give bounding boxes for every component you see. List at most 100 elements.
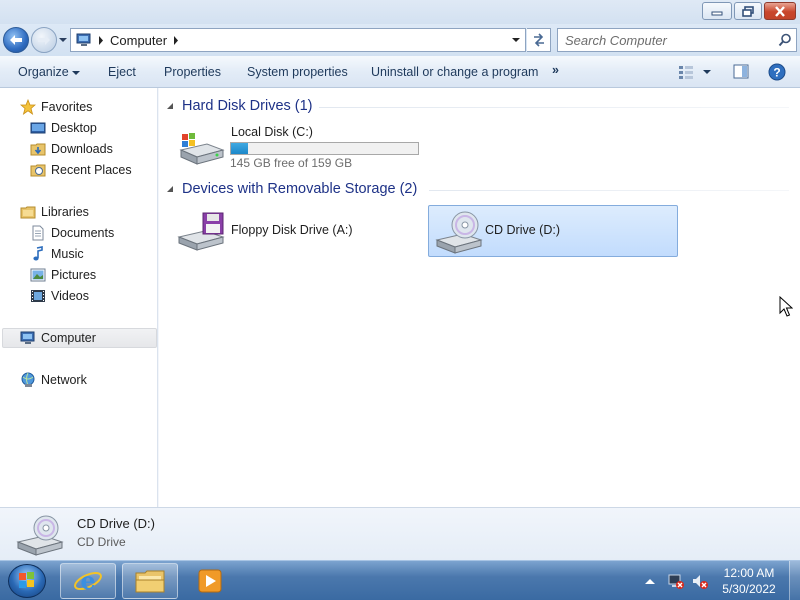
breadcrumb-arrow-icon[interactable] (98, 35, 104, 45)
restore-icon (742, 5, 754, 17)
help-icon[interactable]: ? (768, 63, 786, 81)
taskbar-media-player[interactable] (190, 565, 230, 597)
downloads-folder-icon (30, 143, 46, 156)
close-button[interactable] (764, 2, 796, 20)
svg-text:?: ? (773, 66, 780, 80)
music-note-icon (33, 246, 43, 261)
show-hidden-icons-icon[interactable] (643, 576, 657, 586)
address-bar[interactable]: Computer (70, 28, 526, 52)
nav-desktop-label: Desktop (51, 121, 97, 135)
computer-icon (76, 33, 91, 46)
details-pane: CD Drive (D:) CD Drive (0, 507, 800, 560)
windows-logo-icon (19, 572, 34, 588)
show-desktop-button[interactable] (789, 561, 800, 600)
volume-muted-icon[interactable] (691, 572, 709, 590)
eject-button[interactable]: Eject (108, 65, 136, 79)
search-input[interactable] (565, 29, 765, 51)
organize-label: Organize (18, 65, 69, 79)
drive-floppy[interactable]: Floppy Disk Drive (A:) (169, 205, 419, 257)
clock-time: 12:00 AM (723, 566, 775, 580)
group-title: Hard Disk Drives (1) (182, 98, 313, 114)
change-view-icon[interactable] (678, 65, 694, 79)
hard-disk-windows-icon (179, 133, 225, 165)
view-options-chevron-icon[interactable] (703, 69, 711, 75)
content-pane: Hard Disk Drives (1) Local Disk (C:) 145… (159, 88, 800, 507)
breadcrumb-arrow-icon[interactable] (173, 35, 179, 45)
nav-videos[interactable]: Videos (30, 286, 89, 306)
nav-favorites[interactable]: Favorites (20, 97, 92, 117)
nav-network[interactable]: Network (20, 370, 87, 390)
disk-usage-fill (231, 143, 248, 154)
nav-documents[interactable]: Documents (30, 223, 114, 243)
navigation-pane: Favorites Desktop Downloads Recent Place… (0, 88, 158, 507)
star-icon (20, 99, 36, 115)
disk-usage-bar (230, 142, 419, 155)
folder-icon (135, 570, 165, 593)
nav-recent-places-label: Recent Places (51, 163, 132, 177)
start-button[interactable] (8, 564, 46, 598)
network-globe-icon (21, 372, 35, 387)
group-header-hard-disk-drives[interactable]: Hard Disk Drives (1) (167, 98, 313, 114)
nav-computer-label: Computer (41, 331, 96, 345)
address-history-dropdown-icon[interactable] (511, 36, 521, 44)
recent-pages-dropdown-icon[interactable] (58, 34, 68, 46)
collapse-triangle-icon[interactable] (167, 185, 174, 193)
drive-local-disk[interactable]: Local Disk (C:) 145 GB free of 159 GB (169, 124, 429, 172)
cd-drive-icon (16, 515, 64, 556)
system-properties-button[interactable]: System properties (247, 65, 348, 79)
nav-computer[interactable]: Computer (2, 328, 157, 348)
details-item-name: CD Drive (D:) (77, 516, 155, 531)
system-tray (643, 561, 709, 600)
navigation-bar: Computer (0, 24, 800, 56)
organize-button[interactable]: Organize (18, 65, 81, 79)
restore-button[interactable] (734, 2, 762, 20)
drive-name: Floppy Disk Drive (A:) (231, 223, 353, 237)
chevron-down-icon (72, 71, 81, 75)
nav-downloads[interactable]: Downloads (30, 139, 113, 159)
forward-button[interactable] (31, 27, 57, 53)
desktop-icon (30, 122, 46, 134)
search-icon[interactable] (778, 33, 792, 47)
minimize-icon (711, 11, 723, 16)
nav-desktop[interactable]: Desktop (30, 118, 97, 138)
taskbar-windows-explorer[interactable] (122, 563, 178, 599)
media-player-icon (198, 569, 222, 593)
preview-pane-icon[interactable] (733, 64, 749, 80)
network-status-icon[interactable] (667, 572, 685, 590)
collapse-triangle-icon[interactable] (167, 102, 174, 110)
group-title: Devices with Removable Storage (2) (182, 181, 418, 197)
pictures-icon (30, 268, 46, 282)
videos-film-icon (31, 290, 45, 302)
nav-recent-places[interactable]: Recent Places (30, 160, 132, 180)
breadcrumb-computer[interactable]: Computer (110, 33, 167, 48)
drive-name: CD Drive (D:) (485, 223, 560, 237)
back-arrow-icon (10, 35, 22, 45)
forward-arrow-icon (38, 35, 50, 45)
nav-libraries[interactable]: Libraries (20, 202, 89, 222)
libraries-icon (20, 206, 36, 219)
properties-button[interactable]: Properties (164, 65, 221, 79)
refresh-button[interactable] (527, 28, 551, 52)
refresh-icon (533, 33, 544, 47)
svg-text:e: e (80, 567, 95, 595)
nav-downloads-label: Downloads (51, 142, 113, 156)
more-commands-button[interactable]: » (552, 63, 559, 77)
group-header-removable-storage[interactable]: Devices with Removable Storage (2) (167, 181, 417, 197)
command-bar: Organize Eject Properties System propert… (0, 56, 800, 88)
taskbar-internet-explorer[interactable]: e (60, 563, 116, 599)
drive-free-space: 145 GB free of 159 GB (230, 156, 353, 170)
minimize-button[interactable] (702, 2, 732, 20)
uninstall-program-button[interactable]: Uninstall or change a program (371, 65, 538, 79)
details-item-type: CD Drive (77, 535, 126, 549)
drive-cd-selected[interactable]: CD Drive (D:) (428, 205, 678, 257)
nav-pictures[interactable]: Pictures (30, 265, 96, 285)
nav-libraries-label: Libraries (41, 205, 89, 219)
clock[interactable]: 12:00 AM 5/30/2022 (716, 565, 782, 597)
title-bar (0, 0, 800, 24)
nav-music[interactable]: Music (30, 244, 84, 264)
cd-drive-icon (435, 211, 483, 254)
floppy-drive-icon (177, 212, 225, 251)
back-button[interactable] (3, 27, 29, 53)
nav-documents-label: Documents (51, 226, 115, 240)
search-box[interactable] (557, 28, 797, 52)
